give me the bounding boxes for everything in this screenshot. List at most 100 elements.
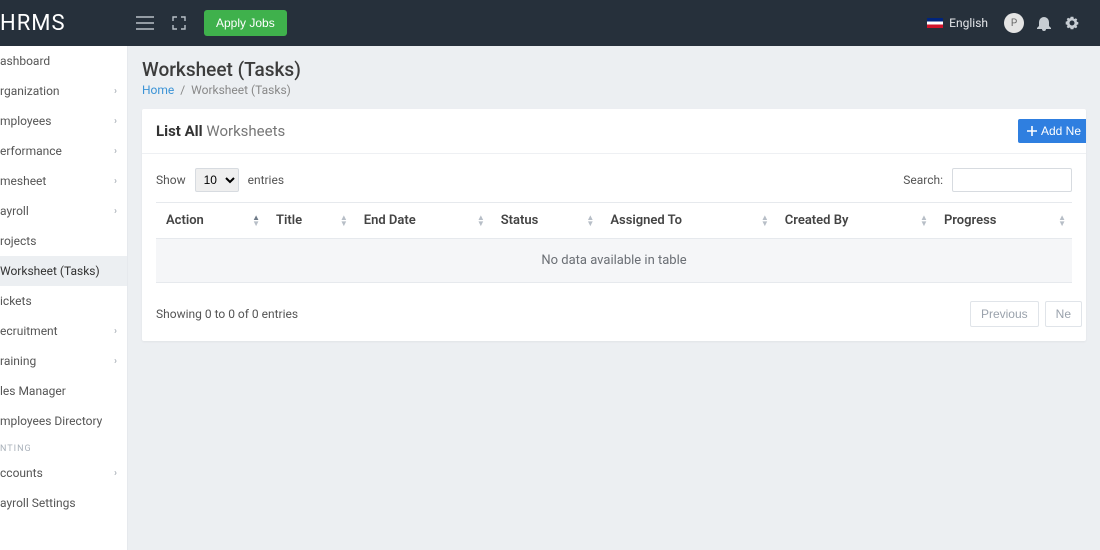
sidebar-item[interactable]: ccounts › [0,458,127,488]
chevron-right-icon: › [114,468,117,479]
sidebar-item[interactable]: mesheet › [0,166,127,196]
table-empty-cell: No data available in table [156,239,1072,283]
card-title-bold: List All [156,122,203,140]
chevron-right-icon: › [114,176,117,187]
sidebar-item[interactable]: ayroll Settings [0,488,127,518]
sidebar-section-label: NTING [0,436,127,458]
sidebar-item[interactable]: mployees Directory [0,406,127,436]
column-header-label: Assigned To [610,213,682,228]
sidebar-item[interactable]: ashboard [0,46,127,76]
notifications-button[interactable] [1030,15,1058,31]
table-head: Action▲▼Title▲▼End Date▲▼Status▲▼Assigne… [156,203,1072,239]
datatable-controls-bottom: Showing 0 to 0 of 0 entries Previous Ne [156,301,1072,327]
brand-logo: HRMS [0,11,128,36]
table-info: Showing 0 to 0 of 0 entries [156,307,298,321]
sidebar-item-label: raining [0,354,36,368]
column-header-label: End Date [364,213,416,228]
user-avatar[interactable]: P [1004,13,1024,33]
chevron-right-icon: › [114,326,117,337]
search-control: Search: [903,168,1072,192]
sort-arrows-icon: ▲▼ [1058,215,1066,227]
sort-arrows-icon: ▲▼ [477,215,485,227]
language-switcher[interactable]: English [927,16,988,30]
fullscreen-button[interactable] [162,6,196,40]
sidebar-item[interactable]: ayroll › [0,196,127,226]
language-label: English [949,16,988,30]
sidebar-item-label: ashboard [0,54,50,68]
column-header[interactable]: End Date ▲▼ [354,203,491,239]
sidebar-item-label: rojects [0,234,36,248]
table-empty-row: No data available in table [156,239,1072,283]
sidebar-item[interactable]: raining › [0,346,127,376]
column-header-label: Created By [785,213,849,228]
column-header[interactable]: Action ▲▼ [156,203,266,239]
column-header[interactable]: Status ▲▼ [491,203,601,239]
next-button[interactable]: Ne [1045,301,1082,327]
worksheets-card: List All Worksheets Add Ne Show 10 entri… [142,109,1086,341]
topbar: HRMS Apply Jobs English P [0,0,1100,46]
sidebar-item[interactable]: rojects [0,226,127,256]
breadcrumb: Home / Worksheet (Tasks) [142,83,1086,97]
column-header[interactable]: Assigned To ▲▼ [600,203,774,239]
column-header-label: Action [166,213,204,228]
sort-arrows-icon: ▲▼ [761,215,769,227]
settings-button[interactable] [1058,15,1086,31]
length-control: Show 10 entries [156,168,284,192]
add-new-label: Add Ne [1041,124,1081,138]
column-header[interactable]: Title ▲▼ [266,203,354,239]
search-input[interactable] [952,168,1072,192]
sidebar-item-label: mesheet [0,174,46,188]
column-header-label: Title [276,213,302,228]
sidebar-item[interactable]: rganization › [0,76,127,106]
sidebar-item-label: mployees [0,114,51,128]
sidebar-item[interactable]: les Manager [0,376,127,406]
sidebar-item[interactable]: ickets [0,286,127,316]
sidebar-item-label: mployees Directory [0,414,102,428]
expand-icon [172,16,186,30]
sidebar-item-label: ecruitment [0,324,58,338]
sidebar-item-label: ccounts [0,466,43,480]
show-label: Show [156,173,186,187]
menu-toggle-button[interactable] [128,6,162,40]
search-label: Search: [903,173,943,187]
add-new-button[interactable]: Add Ne [1018,119,1086,143]
sidebar-item-label: ayroll Settings [0,496,76,510]
sidebar-item-label: ayroll [0,204,29,218]
sidebar-item[interactable]: ecruitment › [0,316,127,346]
sidebar-item[interactable]: mployees › [0,106,127,136]
sidebar-nav-main: ashboardrganization›mployees›erformance›… [0,46,127,436]
chevron-right-icon: › [114,206,117,217]
table-head-row: Action▲▼Title▲▼End Date▲▼Status▲▼Assigne… [156,203,1072,239]
column-header[interactable]: Progress ▲▼ [934,203,1072,239]
sort-arrows-icon: ▲▼ [586,215,594,227]
chevron-right-icon: › [114,356,117,367]
flag-uk-icon [927,18,943,28]
card-title-muted: Worksheets [206,122,285,140]
column-header[interactable]: Created By▲▼ [775,203,934,239]
chevron-right-icon: › [114,86,117,97]
gear-icon [1064,15,1080,31]
datatable-controls-top: Show 10 entries Search: [156,168,1072,192]
sort-arrows-icon: ▲▼ [340,215,348,227]
card-body: Show 10 entries Search: Action▲▼Title▲▼E… [142,154,1086,341]
sidebar-item[interactable]: erformance› [0,136,127,166]
avatar-initial: P [1011,18,1017,29]
apply-jobs-button[interactable]: Apply Jobs [204,10,287,36]
chevron-right-icon: › [114,146,117,157]
column-header-label: Progress [944,213,997,228]
table-body: No data available in table [156,239,1072,283]
plus-icon [1027,126,1037,136]
prev-button[interactable]: Previous [970,301,1039,327]
column-header-label: Status [501,213,539,228]
card-header: List All Worksheets Add Ne [142,109,1086,154]
entries-label: entries [248,173,284,187]
sidebar: ashboardrganization›mployees›erformance›… [0,46,128,550]
sidebar-item-label: les Manager [0,384,66,398]
sidebar-item[interactable]: Worksheet (Tasks) [0,256,127,286]
length-select[interactable]: 10 [195,168,239,192]
chevron-right-icon: › [114,116,117,127]
hamburger-icon [136,16,154,30]
breadcrumb-home[interactable]: Home [142,83,174,97]
sort-arrows-icon: ▲▼ [252,215,260,227]
sidebar-item-label: rganization [0,84,60,98]
